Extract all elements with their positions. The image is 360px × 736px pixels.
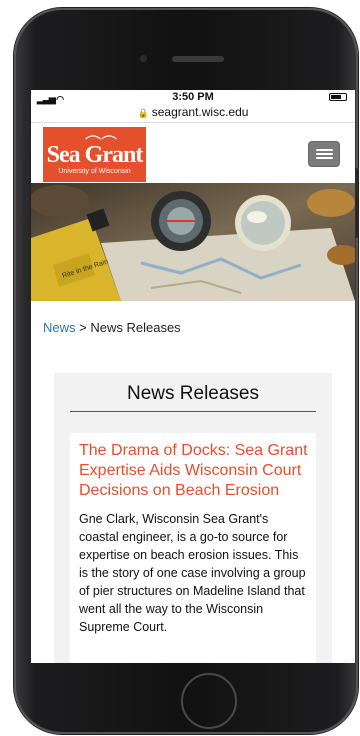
compass-map-photo: Rite in the Rain [31,183,355,301]
volume-down-button [23,224,29,280]
breadcrumb-current: News Releases [90,320,181,335]
logo-subtext: University of Wisconsin [58,168,131,175]
volume-up-button [23,158,29,214]
breadcrumb-separator: > [79,320,87,335]
article-card[interactable]: The Drama of Docks: Sea Grant Expertise … [70,433,316,663]
home-button[interactable] [181,673,237,729]
site-header: ⌒⌒ Sea Grant University of Wisconsin [31,123,355,183]
menu-button[interactable] [308,141,340,167]
status-bar: ▂▃▅ ◠ 3:50 PM [31,90,355,104]
url-domain: seagrant.wisc.edu [151,105,249,119]
logo-text: Sea Grant [46,142,144,168]
hero-image: Rite in the Rain [31,183,355,301]
front-camera [140,55,147,62]
url-bar[interactable]: 🔒 seagrant.wisc.edu [31,104,355,123]
hamburger-icon [316,149,333,151]
section-title: News Releases [70,383,316,412]
sea-grant-logo[interactable]: ⌒⌒ Sea Grant University of Wisconsin [43,127,146,182]
signal-icon: ▂▃▅ ◠ [37,94,64,104]
breadcrumb-news-link[interactable]: News [43,320,76,335]
news-panel: News Releases The Drama of Docks: Sea Gr… [54,373,332,663]
article-title[interactable]: The Drama of Docks: Sea Grant Expertise … [79,441,308,501]
status-time: 3:50 PM [172,91,214,103]
mute-switch [23,106,29,136]
screen: ▂▃▅ ◠ 3:50 PM 🔒 seagrant.wisc.edu ⌒⌒ Sea … [31,90,355,663]
breadcrumb: News > News Releases [31,301,355,339]
article-summary: Gne Clark, Wisconsin Sea Grant's coastal… [79,512,306,634]
earpiece-speaker [172,56,224,62]
lock-icon: 🔒 [137,108,149,118]
battery-icon [329,93,347,101]
